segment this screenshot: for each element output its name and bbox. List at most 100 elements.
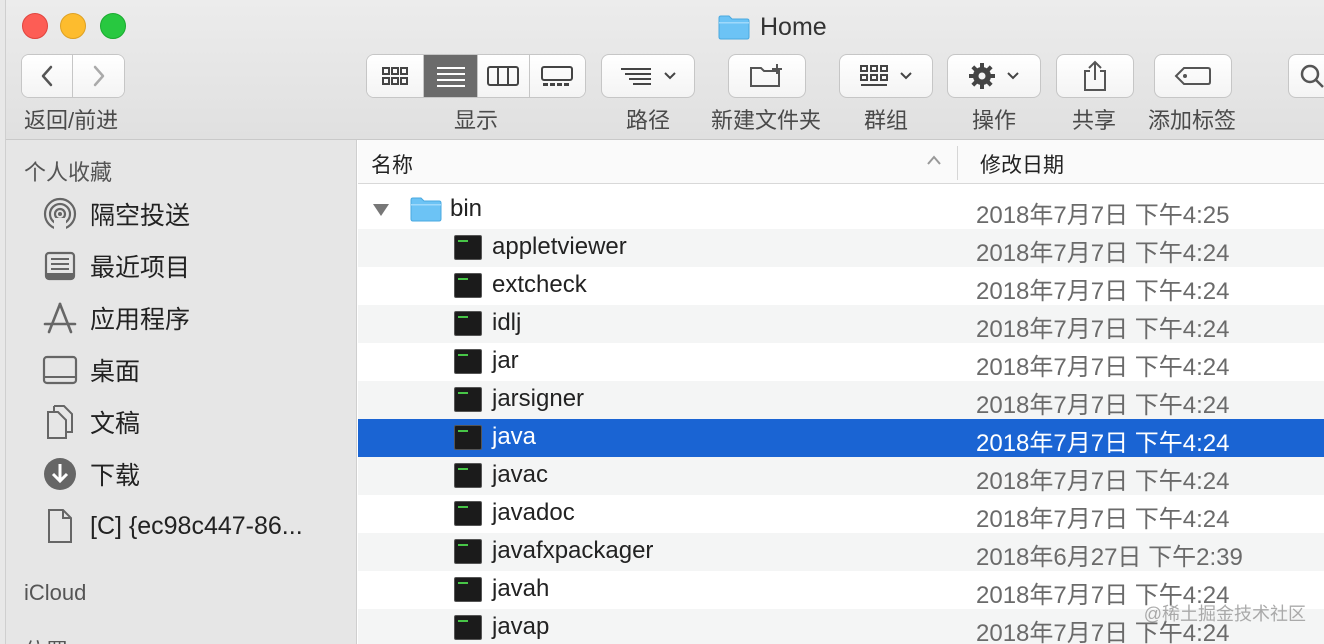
group-button[interactable] xyxy=(839,54,933,98)
file-row[interactable]: jar 2018年7月7日 下午4:24 xyxy=(358,343,1324,381)
sidebar-item-downloads[interactable]: 下载 xyxy=(40,454,140,494)
file-row[interactable]: idlj 2018年7月7日 下午4:24 xyxy=(358,305,1324,343)
file-name: extcheck xyxy=(492,271,587,298)
file-name: jar xyxy=(492,347,519,374)
file-name: javafxpackager xyxy=(492,537,654,564)
file-list: 名称 修改日期 bin 2018年7月7日 下午4:25 appletviewe… xyxy=(358,140,1324,644)
add-tags-button[interactable] xyxy=(1154,54,1232,98)
path-label: 路径 xyxy=(626,108,671,133)
folder-icon xyxy=(410,197,442,222)
sidebar-item-label: [C] {ec98c447-86... xyxy=(90,511,303,540)
background-window-edge xyxy=(0,0,6,644)
unix-executable-icon xyxy=(454,273,482,298)
watermark: @稀土掘金技术社区 xyxy=(1143,604,1306,624)
file-date: 2018年7月7日 下午4:25 xyxy=(976,202,1230,229)
sidebar-section-icloud: iCloud xyxy=(24,580,87,605)
chevron-down-icon xyxy=(664,72,676,80)
gallery-icon xyxy=(541,66,574,86)
file-date: 2018年7月7日 下午4:24 xyxy=(976,354,1230,381)
file-date: 2018年7月7日 下午4:24 xyxy=(976,392,1230,419)
file-name: javadoc xyxy=(492,499,575,526)
window-title-text: Home xyxy=(760,12,827,41)
finder-window: Home 返回/前进 显示 路径 新建文件夹 群组 操作 共享 添加标签 个人收… xyxy=(0,0,1324,644)
share-label: 共享 xyxy=(1072,108,1117,133)
grid-icon xyxy=(382,67,409,85)
file-row[interactable]: javafxpackager 2018年6月27日 下午2:39 xyxy=(358,533,1324,571)
chevron-left-icon xyxy=(41,65,53,87)
new-folder-label: 新建文件夹 xyxy=(711,108,822,133)
file-row[interactable]: javac 2018年7月7日 下午4:24 xyxy=(358,457,1324,495)
group-icon xyxy=(860,65,888,86)
search-button[interactable] xyxy=(1288,54,1324,98)
file-date: 2018年7月7日 下午4:24 xyxy=(976,278,1230,305)
folder-icon xyxy=(718,15,750,40)
back-button[interactable] xyxy=(22,55,73,97)
applications-icon xyxy=(40,298,80,338)
close-window-button[interactable] xyxy=(22,13,48,39)
recents-icon xyxy=(40,246,80,286)
file-name: javac xyxy=(492,461,549,488)
columns-icon xyxy=(487,66,520,86)
unix-executable-icon xyxy=(454,311,482,336)
airdrop-icon xyxy=(40,194,80,234)
sidebar-item-airdrop[interactable]: 隔空投送 xyxy=(40,194,190,234)
zoom-window-button[interactable] xyxy=(100,13,126,39)
action-button[interactable] xyxy=(947,54,1041,98)
file-date: 2018年6月27日 下午2:39 xyxy=(976,544,1243,571)
sidebar-item-desktop[interactable]: 桌面 xyxy=(40,350,140,390)
file-name: java xyxy=(492,423,537,450)
file-row[interactable]: extcheck 2018年7月7日 下午4:24 xyxy=(358,267,1324,305)
unix-executable-icon xyxy=(454,615,482,640)
file-name: javah xyxy=(492,575,550,602)
sidebar-item-c-volume[interactable]: [C] {ec98c447-86... xyxy=(40,506,303,546)
view-label: 显示 xyxy=(454,108,499,133)
folder-row-bin[interactable]: bin 2018年7月7日 下午4:25 xyxy=(358,191,1324,229)
file-name: jarsigner xyxy=(492,385,585,412)
column-view-button[interactable] xyxy=(477,55,530,97)
gallery-view-button[interactable] xyxy=(529,55,585,97)
chevron-right-icon xyxy=(93,65,104,87)
new-folder-icon xyxy=(750,64,782,87)
column-header-name[interactable]: 名称 xyxy=(371,149,413,179)
document-icon xyxy=(40,506,80,546)
sidebar-item-recents[interactable]: 最近项目 xyxy=(40,246,190,286)
list-icon xyxy=(436,67,465,87)
file-row[interactable]: jarsigner 2018年7月7日 下午4:24 xyxy=(358,381,1324,419)
chevron-down-icon xyxy=(900,72,912,80)
path-button[interactable] xyxy=(601,54,695,98)
desktop-icon xyxy=(40,350,80,390)
tag-icon xyxy=(1174,67,1211,85)
icon-view-button[interactable] xyxy=(367,55,425,97)
file-row[interactable]: javadoc 2018年7月7日 下午4:24 xyxy=(358,495,1324,533)
file-name: javap xyxy=(492,613,550,640)
column-header-modified[interactable]: 修改日期 xyxy=(980,149,1064,179)
toolbar: Home 返回/前进 显示 路径 新建文件夹 群组 操作 共享 添加标签 xyxy=(0,0,1324,140)
group-label: 群组 xyxy=(864,108,909,133)
sidebar-item-label: 桌面 xyxy=(90,358,141,386)
path-list-icon xyxy=(621,68,651,85)
sidebar-item-applications[interactable]: 应用程序 xyxy=(40,298,190,338)
file-row-selected[interactable]: java 2018年7月7日 下午4:24 xyxy=(358,419,1324,457)
column-divider[interactable] xyxy=(957,146,958,180)
sidebar-item-label: 最近项目 xyxy=(90,254,191,282)
sidebar-item-documents[interactable]: 文稿 xyxy=(40,402,140,442)
gear-icon xyxy=(969,63,995,89)
window-title: Home xyxy=(718,12,827,42)
disclosure-triangle-icon[interactable] xyxy=(372,203,390,217)
sort-ascending-icon xyxy=(927,155,941,165)
forward-button[interactable] xyxy=(73,55,124,97)
back-forward-label: 返回/前进 xyxy=(24,108,119,133)
file-date: 2018年7月7日 下午4:24 xyxy=(976,240,1230,267)
share-icon xyxy=(1084,60,1106,91)
downloads-icon xyxy=(40,454,80,494)
share-button[interactable] xyxy=(1056,54,1134,98)
list-view-button[interactable] xyxy=(424,55,478,97)
minimize-window-button[interactable] xyxy=(60,13,86,39)
chevron-down-icon xyxy=(1007,72,1019,80)
file-row[interactable]: appletviewer 2018年7月7日 下午4:24 xyxy=(358,229,1324,267)
unix-executable-icon xyxy=(454,463,482,488)
sidebar-item-label: 文稿 xyxy=(90,410,141,438)
new-folder-button[interactable] xyxy=(728,54,806,98)
sidebar-section-favorites: 个人收藏 xyxy=(24,160,113,185)
file-date: 2018年7月7日 下午4:24 xyxy=(976,430,1230,457)
